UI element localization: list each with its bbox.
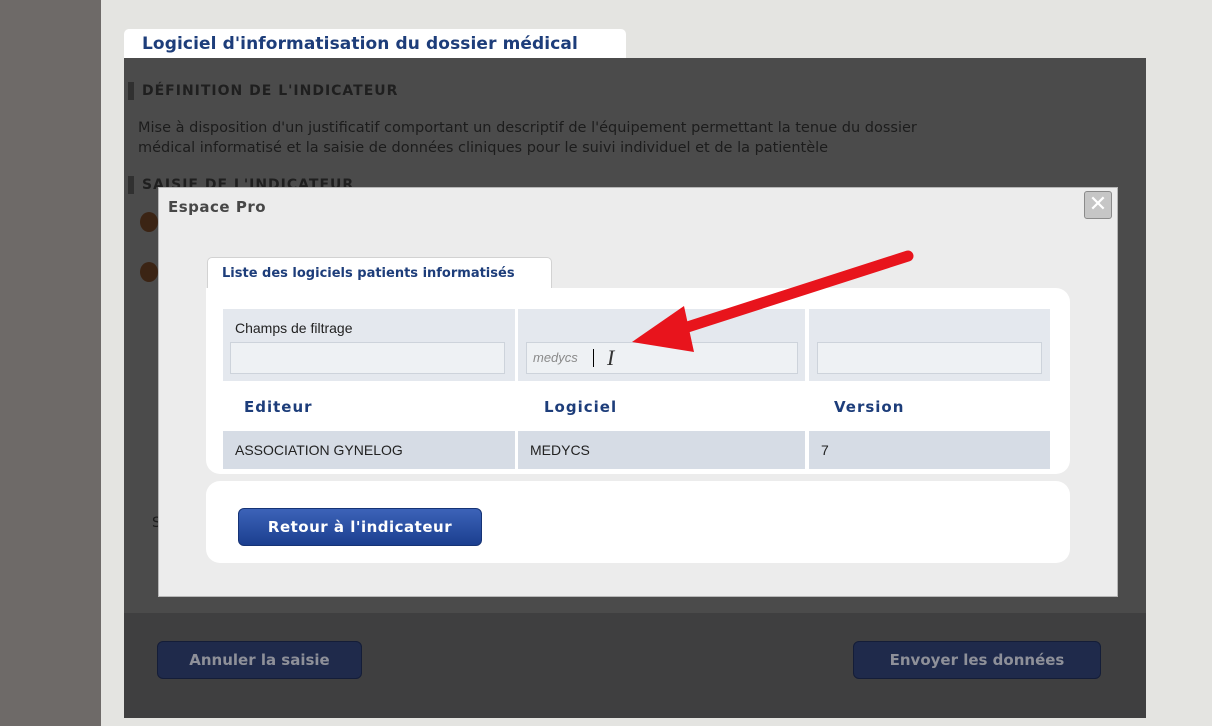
annotation-arrow-icon	[632, 250, 914, 352]
